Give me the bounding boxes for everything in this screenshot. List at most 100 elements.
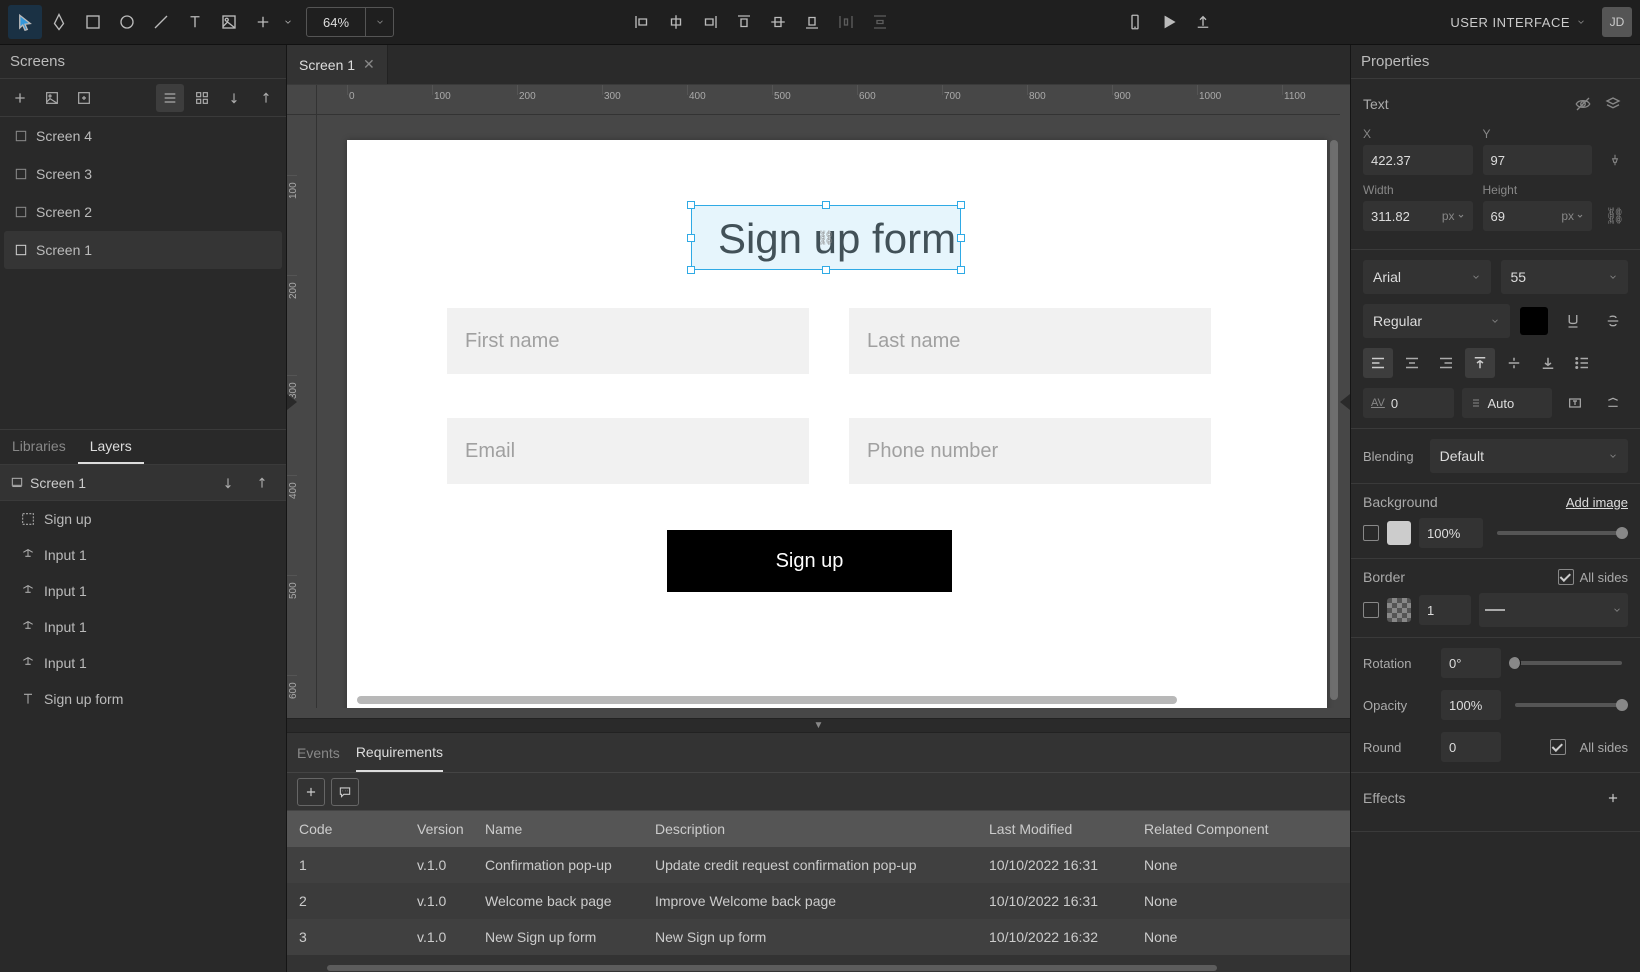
line-tool[interactable] xyxy=(144,5,178,39)
x-input[interactable]: 422.37 xyxy=(1363,145,1473,175)
rotation-slider[interactable] xyxy=(1515,661,1622,665)
layers-sort-down-icon[interactable] xyxy=(214,469,242,497)
text-align-top-icon[interactable] xyxy=(1465,348,1495,378)
add-requirement-button[interactable] xyxy=(297,778,325,806)
avatar[interactable]: JD xyxy=(1602,7,1632,37)
resize-handle[interactable] xyxy=(687,266,695,274)
canvas-frame[interactable]: Sign up form ⛓ First name Last name xyxy=(347,140,1327,708)
resize-handle[interactable] xyxy=(957,201,965,209)
layer-item[interactable]: Input 1 xyxy=(0,609,286,645)
background-enable-checkbox[interactable] xyxy=(1363,525,1379,541)
rectangle-tool[interactable] xyxy=(76,5,110,39)
screen-item[interactable]: Screen 1 xyxy=(4,231,282,269)
background-color-swatch[interactable] xyxy=(1387,521,1411,545)
preview-mobile-icon[interactable] xyxy=(1118,5,1152,39)
round-input[interactable]: 0 xyxy=(1441,732,1501,762)
border-enable-checkbox[interactable] xyxy=(1363,602,1379,618)
strikethrough-icon[interactable] xyxy=(1598,306,1628,336)
layer-item[interactable]: Sign up xyxy=(0,501,286,537)
stack-icon[interactable] xyxy=(1598,89,1628,119)
selection-box[interactable]: ⛓ xyxy=(691,205,961,270)
text-align-bottom-icon[interactable] xyxy=(1533,348,1563,378)
opacity-input[interactable]: 100% xyxy=(1441,690,1501,720)
canvas-horizontal-scrollbar[interactable] xyxy=(357,696,1177,704)
resize-handle[interactable] xyxy=(957,266,965,274)
rotation-input[interactable]: 0° xyxy=(1441,648,1501,678)
canvas-tab[interactable]: Screen 1 ✕ xyxy=(287,45,388,84)
cursor-tool[interactable] xyxy=(8,5,42,39)
add-screen-button[interactable] xyxy=(6,84,34,112)
bottom-horizontal-scrollbar[interactable] xyxy=(327,965,1217,971)
align-center-h-icon[interactable] xyxy=(659,5,693,39)
bullet-list-icon[interactable] xyxy=(1567,348,1597,378)
font-size-dropdown[interactable]: 55 xyxy=(1501,260,1629,294)
line-height-input[interactable]: Auto xyxy=(1462,388,1553,418)
tab-requirements[interactable]: Requirements xyxy=(356,733,443,772)
background-opacity-input[interactable]: 100% xyxy=(1419,518,1483,548)
align-left-icon[interactable] xyxy=(625,5,659,39)
text-path-icon[interactable] xyxy=(1598,388,1628,418)
underline-icon[interactable] xyxy=(1558,306,1588,336)
collapse-right-panel[interactable] xyxy=(1340,394,1350,410)
border-color-swatch[interactable] xyxy=(1387,598,1411,622)
border-allsides-checkbox[interactable] xyxy=(1558,569,1574,585)
align-right-icon[interactable] xyxy=(693,5,727,39)
play-icon[interactable] xyxy=(1152,5,1186,39)
distribute-h-icon[interactable] xyxy=(829,5,863,39)
ellipse-tool[interactable] xyxy=(110,5,144,39)
height-input[interactable]: 69px xyxy=(1483,201,1593,231)
zoom-dropdown[interactable] xyxy=(365,8,393,36)
collapse-left-panel[interactable] xyxy=(287,394,297,410)
screen-item[interactable]: Screen 3 xyxy=(4,155,282,193)
table-row[interactable]: 1v.1.0Confirmation pop-upUpdate credit r… xyxy=(287,847,1350,883)
y-input[interactable]: 97 xyxy=(1483,145,1593,175)
width-input[interactable]: 311.82px xyxy=(1363,201,1473,231)
layers-sort-up-icon[interactable] xyxy=(248,469,276,497)
resize-handle[interactable] xyxy=(822,201,830,209)
text-align-middle-icon[interactable] xyxy=(1499,348,1529,378)
align-top-icon[interactable] xyxy=(727,5,761,39)
text-box-icon[interactable] xyxy=(1560,388,1590,418)
font-family-dropdown[interactable]: Arial xyxy=(1363,260,1491,294)
add-image-link[interactable]: Add image xyxy=(1566,495,1628,510)
list-view-icon[interactable] xyxy=(156,84,184,112)
layer-item[interactable]: Input 1 xyxy=(0,537,286,573)
layer-item[interactable]: Sign up form xyxy=(0,681,286,717)
visibility-icon[interactable] xyxy=(1568,89,1598,119)
upload-icon[interactable] xyxy=(1186,5,1220,39)
kerning-input[interactable]: AV0 xyxy=(1363,388,1454,418)
opacity-slider[interactable] xyxy=(1515,703,1622,707)
resize-handle[interactable] xyxy=(822,266,830,274)
distribute-v-icon[interactable] xyxy=(863,5,897,39)
text-align-left-icon[interactable] xyxy=(1363,348,1393,378)
table-row[interactable]: 2v.1.0Welcome back pageImprove Welcome b… xyxy=(287,883,1350,919)
screen-item[interactable]: Screen 4 xyxy=(4,117,282,155)
add-tool-dropdown[interactable] xyxy=(280,5,296,39)
blending-dropdown[interactable]: Default xyxy=(1430,439,1628,473)
tab-events[interactable]: Events xyxy=(297,733,340,772)
add-tool[interactable] xyxy=(246,5,280,39)
table-row[interactable]: 3v.1.0New Sign up formNew Sign up form10… xyxy=(287,919,1350,955)
pen-tool[interactable] xyxy=(42,5,76,39)
layer-item[interactable]: Input 1 xyxy=(0,645,286,681)
text-tool[interactable] xyxy=(178,5,212,39)
tab-layers[interactable]: Layers xyxy=(78,430,144,464)
resize-handle[interactable] xyxy=(957,234,965,242)
image-tool[interactable] xyxy=(212,5,246,39)
border-width-input[interactable]: 1 xyxy=(1419,595,1471,625)
grid-view-icon[interactable] xyxy=(188,84,216,112)
zoom-value[interactable]: 64% xyxy=(307,15,365,30)
user-interface-dropdown[interactable]: USER INTERFACE xyxy=(1450,15,1586,30)
add-folder-screen-icon[interactable] xyxy=(70,84,98,112)
text-align-right-icon[interactable] xyxy=(1431,348,1461,378)
resize-handle[interactable] xyxy=(687,234,695,242)
sort-down-icon[interactable] xyxy=(220,84,248,112)
layer-item[interactable]: Input 1 xyxy=(0,573,286,609)
link-dimensions-icon[interactable]: ⛓ xyxy=(1602,201,1628,231)
screen-item[interactable]: Screen 2 xyxy=(4,193,282,231)
pin-position-icon[interactable] xyxy=(1602,145,1628,175)
round-allsides-checkbox[interactable] xyxy=(1550,739,1566,755)
border-style-dropdown[interactable] xyxy=(1479,593,1628,627)
add-effect-button[interactable] xyxy=(1598,783,1628,813)
sort-up-icon[interactable] xyxy=(252,84,280,112)
